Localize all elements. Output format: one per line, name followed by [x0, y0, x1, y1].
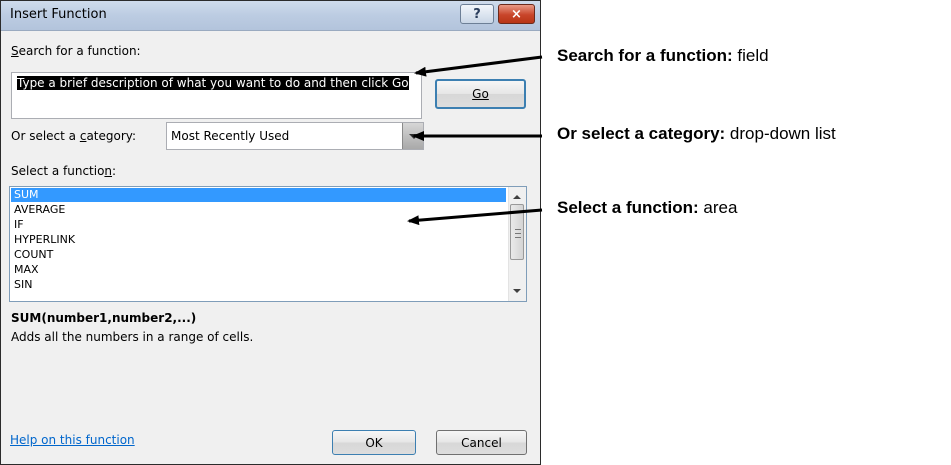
function-label-accesskey: n — [104, 164, 113, 178]
scrollbar-thumb[interactable] — [510, 204, 524, 260]
category-label-prefix: Or select a — [11, 129, 80, 143]
scroll-down-icon[interactable] — [513, 289, 521, 293]
search-label: Search for a function: — [11, 44, 141, 58]
cancel-button-label: Cancel — [461, 435, 502, 450]
annotation-search-bold: Search for a function: — [557, 46, 733, 65]
close-button[interactable]: × — [498, 4, 535, 24]
search-label-accesskey: S — [11, 44, 19, 58]
title-bar[interactable]: Insert Function ? × — [1, 1, 540, 31]
category-dropdown[interactable]: Most Recently Used — [166, 122, 424, 150]
search-input-selected-text: Type a brief description of what you wan… — [17, 76, 409, 91]
scroll-up-icon[interactable] — [513, 195, 521, 199]
annotation-function-area: Select a function: area — [557, 198, 737, 218]
annotation-category-rest: drop-down list — [725, 124, 836, 143]
dialog-title: Insert Function — [10, 7, 107, 22]
search-input[interactable]: Type a brief description of what you wan… — [11, 72, 422, 119]
go-button[interactable]: Go — [435, 79, 526, 109]
function-label-suffix: : — [112, 164, 117, 178]
function-description: Adds all the numbers in a range of cells… — [11, 330, 254, 344]
category-label-suffix: ategory: — [86, 129, 137, 143]
help-button[interactable]: ? — [460, 4, 494, 24]
annotation-category-bold: Or select a category: — [557, 124, 726, 143]
annotation-function-area-bold: Select a function: — [557, 198, 699, 217]
list-item[interactable]: SUM — [11, 188, 506, 202]
annotation-search-rest: field — [732, 46, 769, 65]
category-label: Or select a category: — [11, 129, 136, 143]
insert-function-dialog: Insert Function ? × Search for a functio… — [0, 0, 541, 465]
list-item[interactable]: COUNT — [11, 248, 506, 262]
function-list[interactable]: SUM AVERAGE IF HYPERLINK COUNT MAX SIN — [9, 186, 527, 302]
annotation-function-area-rest: area — [698, 198, 738, 217]
annotation-search: Search for a function: field — [557, 46, 769, 66]
list-item[interactable]: HYPERLINK — [11, 233, 506, 247]
question-mark-icon: ? — [473, 6, 481, 22]
ok-button[interactable]: OK — [332, 430, 416, 455]
cancel-button[interactable]: Cancel — [436, 430, 527, 455]
function-syntax: SUM(number1,number2,...) — [11, 311, 197, 325]
list-item[interactable]: AVERAGE — [11, 203, 506, 217]
function-label-prefix: Select a functio — [11, 164, 105, 178]
annotation-category: Or select a category: drop-down list — [557, 124, 836, 144]
category-dropdown-value: Most Recently Used — [171, 129, 290, 143]
close-icon: × — [511, 6, 522, 22]
list-item[interactable]: SIN — [11, 278, 506, 292]
chevron-down-icon[interactable] — [402, 123, 423, 149]
vertical-scrollbar[interactable] — [508, 187, 526, 301]
help-on-function-link[interactable]: Help on this function — [10, 433, 135, 447]
grip-icon — [515, 229, 521, 238]
search-label-suffix: earch for a function: — [18, 44, 141, 58]
go-button-label: Go — [472, 87, 489, 101]
list-item[interactable]: MAX — [11, 263, 506, 277]
search-input-value: Type a brief description of what you wan… — [17, 76, 409, 90]
ok-button-label: OK — [365, 435, 383, 450]
function-label: Select a function: — [11, 164, 116, 178]
list-item[interactable]: IF — [11, 218, 506, 232]
